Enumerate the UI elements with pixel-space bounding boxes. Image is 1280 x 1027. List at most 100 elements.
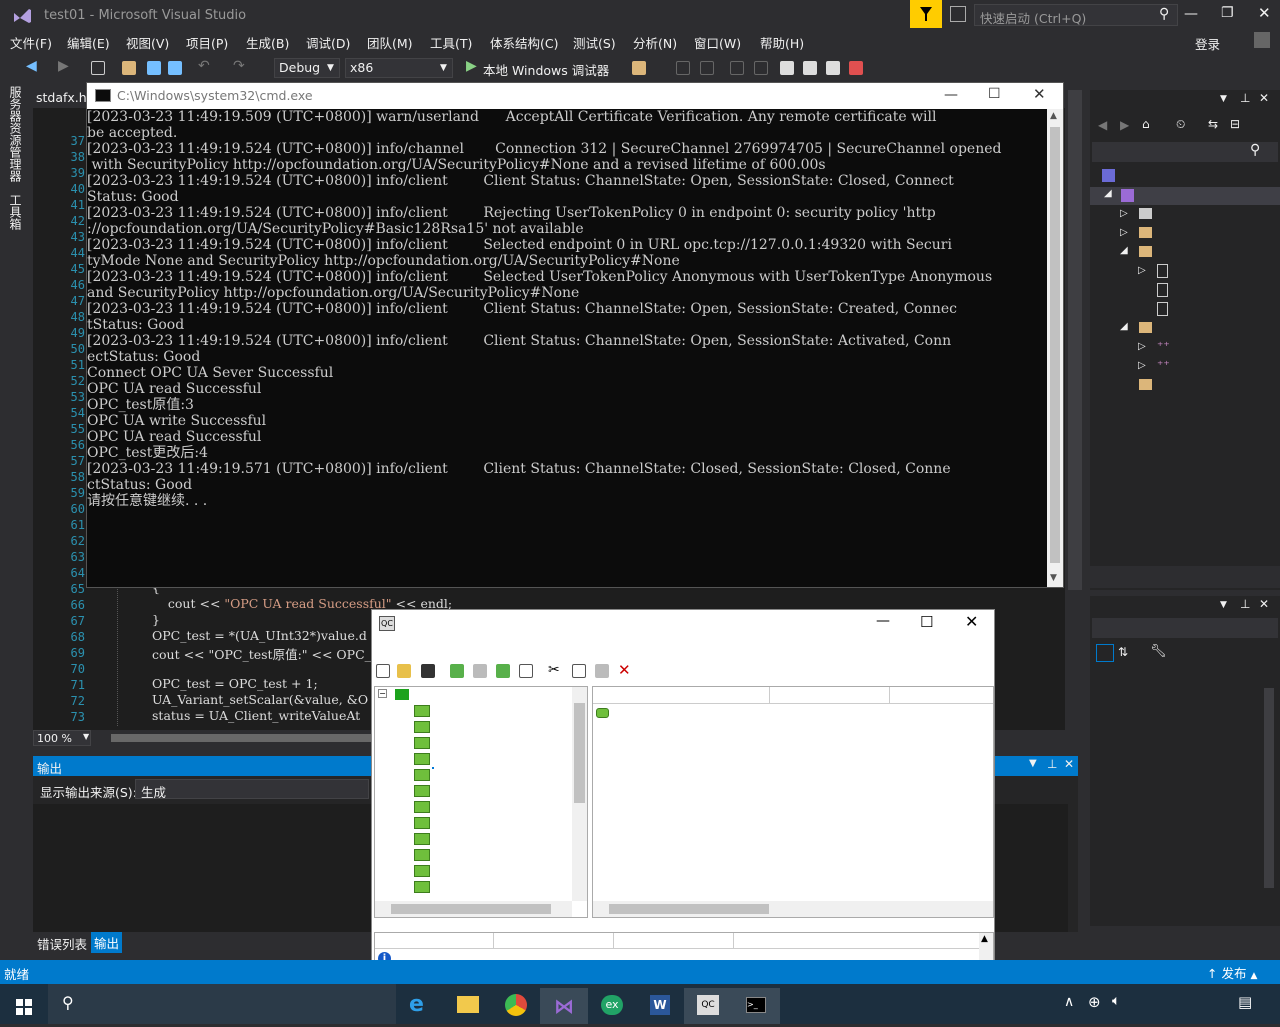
- tree-hscroll-thumb[interactable]: [391, 904, 551, 914]
- volume-icon[interactable]: 🔈︎: [1112, 993, 1120, 1009]
- close-icon[interactable]: ✕: [1259, 597, 1269, 611]
- menu-team[interactable]: 团队(M): [367, 33, 413, 52]
- quick-launch-box[interactable]: 快速启动 (Ctrl+Q) ⚲: [974, 4, 1178, 26]
- chevron-down-icon[interactable]: ▼: [1029, 758, 1037, 769]
- tree-item-source-files[interactable]: ◢: [1090, 320, 1280, 338]
- tree-node[interactable]: [375, 847, 575, 863]
- open-folder-icon[interactable]: [122, 61, 136, 75]
- word-icon[interactable]: W: [636, 988, 684, 1024]
- tree-item-open62541-c[interactable]: ▷ ⁺⁺: [1090, 358, 1280, 376]
- prev-bookmark-icon[interactable]: [803, 61, 817, 75]
- next-bookmark-icon[interactable]: [826, 61, 840, 75]
- start-button[interactable]: [0, 988, 48, 1024]
- tab-output[interactable]: 输出: [91, 932, 123, 953]
- properties-object-select[interactable]: [1092, 618, 1278, 638]
- menu-view[interactable]: 视图(V): [126, 33, 169, 52]
- cmd-scrollbar[interactable]: ▲ ▼: [1047, 109, 1063, 587]
- opc-minimize-button[interactable]: —: [876, 613, 890, 629]
- clear-bookmarks-icon[interactable]: [849, 61, 863, 75]
- copy-icon[interactable]: [572, 664, 586, 678]
- server-explorer-tab[interactable]: 服务器资源管理器: [8, 86, 24, 182]
- menu-file[interactable]: 文件(F): [10, 33, 52, 52]
- opc-maximize-button[interactable]: ☐: [920, 613, 933, 631]
- tree-item-open62541-h[interactable]: ▷: [1090, 263, 1280, 281]
- zoom-select[interactable]: 100 % ▼: [33, 730, 91, 746]
- menu-edit[interactable]: 编辑(E): [67, 33, 110, 52]
- opc-close-button[interactable]: ✕: [965, 612, 978, 631]
- tree-item-references[interactable]: ▷: [1090, 206, 1280, 224]
- comment-icon[interactable]: [676, 61, 690, 75]
- solution-search-input[interactable]: ⚲: [1092, 142, 1278, 162]
- tree-root[interactable]: −: [375, 687, 575, 703]
- menu-analyze[interactable]: 分析(N): [633, 33, 677, 52]
- close-button[interactable]: ✕: [1258, 4, 1271, 22]
- menu-tools[interactable]: 工具(T): [430, 33, 472, 52]
- login-link[interactable]: 登录: [1195, 34, 1220, 53]
- cmd-close-button[interactable]: ✕: [1033, 85, 1046, 103]
- menu-window[interactable]: 窗口(W): [694, 33, 741, 52]
- tree-node[interactable]: [375, 863, 575, 879]
- excel-icon[interactable]: ex: [588, 988, 636, 1024]
- tree-node-selected[interactable]: [375, 767, 575, 783]
- menu-build[interactable]: 生成(B): [246, 33, 289, 52]
- menu-test[interactable]: 测试(S): [573, 33, 616, 52]
- tree-item-main-cpp[interactable]: ▷ ⁺⁺: [1090, 339, 1280, 357]
- tree-scroll-thumb[interactable]: [574, 703, 585, 803]
- cmd-maximize-button[interactable]: ☐: [988, 86, 1001, 102]
- menu-project[interactable]: 项目(P): [186, 33, 228, 52]
- forward-icon[interactable]: ▶: [1120, 118, 1129, 132]
- maximize-button[interactable]: ❐: [1221, 5, 1234, 21]
- pin-icon[interactable]: ⊥: [1240, 597, 1250, 611]
- tree-node[interactable]: [375, 735, 575, 751]
- tree-node[interactable]: [375, 815, 575, 831]
- new-group-icon[interactable]: [473, 664, 487, 678]
- tree-node[interactable]: [375, 799, 575, 815]
- indent-icon[interactable]: [730, 61, 744, 75]
- paste-icon[interactable]: [595, 664, 609, 678]
- cut-icon[interactable]: ✂: [548, 662, 560, 678]
- tree-item-project[interactable]: ◢: [1090, 187, 1280, 205]
- bookmark-icon[interactable]: [780, 61, 794, 75]
- forward-icon[interactable]: ▶: [58, 58, 69, 74]
- scroll-up-icon[interactable]: ▲: [981, 934, 988, 944]
- item-horizontal-scrollbar[interactable]: [593, 901, 993, 917]
- minimize-button[interactable]: —: [1184, 6, 1198, 22]
- tree-node[interactable]: [375, 719, 575, 735]
- new-project-icon[interactable]: [91, 61, 105, 75]
- history-icon[interactable]: ⏲: [1176, 117, 1185, 132]
- new-item-icon[interactable]: [496, 664, 510, 678]
- outdent-icon[interactable]: [754, 61, 768, 75]
- tree-item-stdafx-h[interactable]: [1090, 282, 1280, 300]
- tree-node[interactable]: [375, 751, 575, 767]
- tree-node[interactable]: [375, 703, 575, 719]
- feedback-icon[interactable]: [910, 0, 942, 28]
- tree-item-targetver-h[interactable]: [1090, 301, 1280, 319]
- back-icon[interactable]: ◀: [1098, 118, 1107, 132]
- save-icon[interactable]: [421, 664, 435, 678]
- properties-scrollbar[interactable]: [1264, 688, 1274, 888]
- delete-icon[interactable]: ✕: [618, 661, 631, 679]
- wrench-icon[interactable]: 🔧︎: [1150, 644, 1167, 659]
- output-source-select[interactable]: 生成: [135, 779, 369, 800]
- tree-item-header-files[interactable]: ◢: [1090, 244, 1280, 262]
- opc-quick-client-taskbar-icon[interactable]: QC: [684, 988, 732, 1024]
- tree-horizontal-scrollbar[interactable]: [375, 901, 572, 917]
- save-all-icon[interactable]: [168, 61, 182, 75]
- configuration-select[interactable]: Debug ▼: [274, 58, 340, 78]
- chrome-icon[interactable]: [492, 988, 540, 1024]
- notifications-icon[interactable]: [950, 6, 966, 22]
- platform-select[interactable]: x86 ▼: [345, 58, 453, 78]
- tree-item-resource-files[interactable]: [1090, 377, 1280, 395]
- table-row[interactable]: [593, 706, 993, 722]
- edge-icon[interactable]: e: [396, 988, 444, 1024]
- menu-architecture[interactable]: 体系结构(C): [490, 33, 558, 52]
- chevron-up-icon[interactable]: ∧: [1064, 994, 1074, 1010]
- cmd-taskbar-icon[interactable]: >_: [732, 988, 780, 1024]
- scroll-down-icon[interactable]: ▼: [1050, 573, 1057, 583]
- tab-stdafx[interactable]: stdafx.h: [33, 86, 93, 108]
- tree-node[interactable]: [375, 831, 575, 847]
- toolbox-tab[interactable]: 工具箱: [8, 194, 24, 230]
- publish-button[interactable]: ↑ 发布 ▲: [1207, 963, 1257, 982]
- scroll-up-icon[interactable]: ▲: [1050, 111, 1057, 121]
- menu-help[interactable]: 帮助(H): [760, 33, 804, 52]
